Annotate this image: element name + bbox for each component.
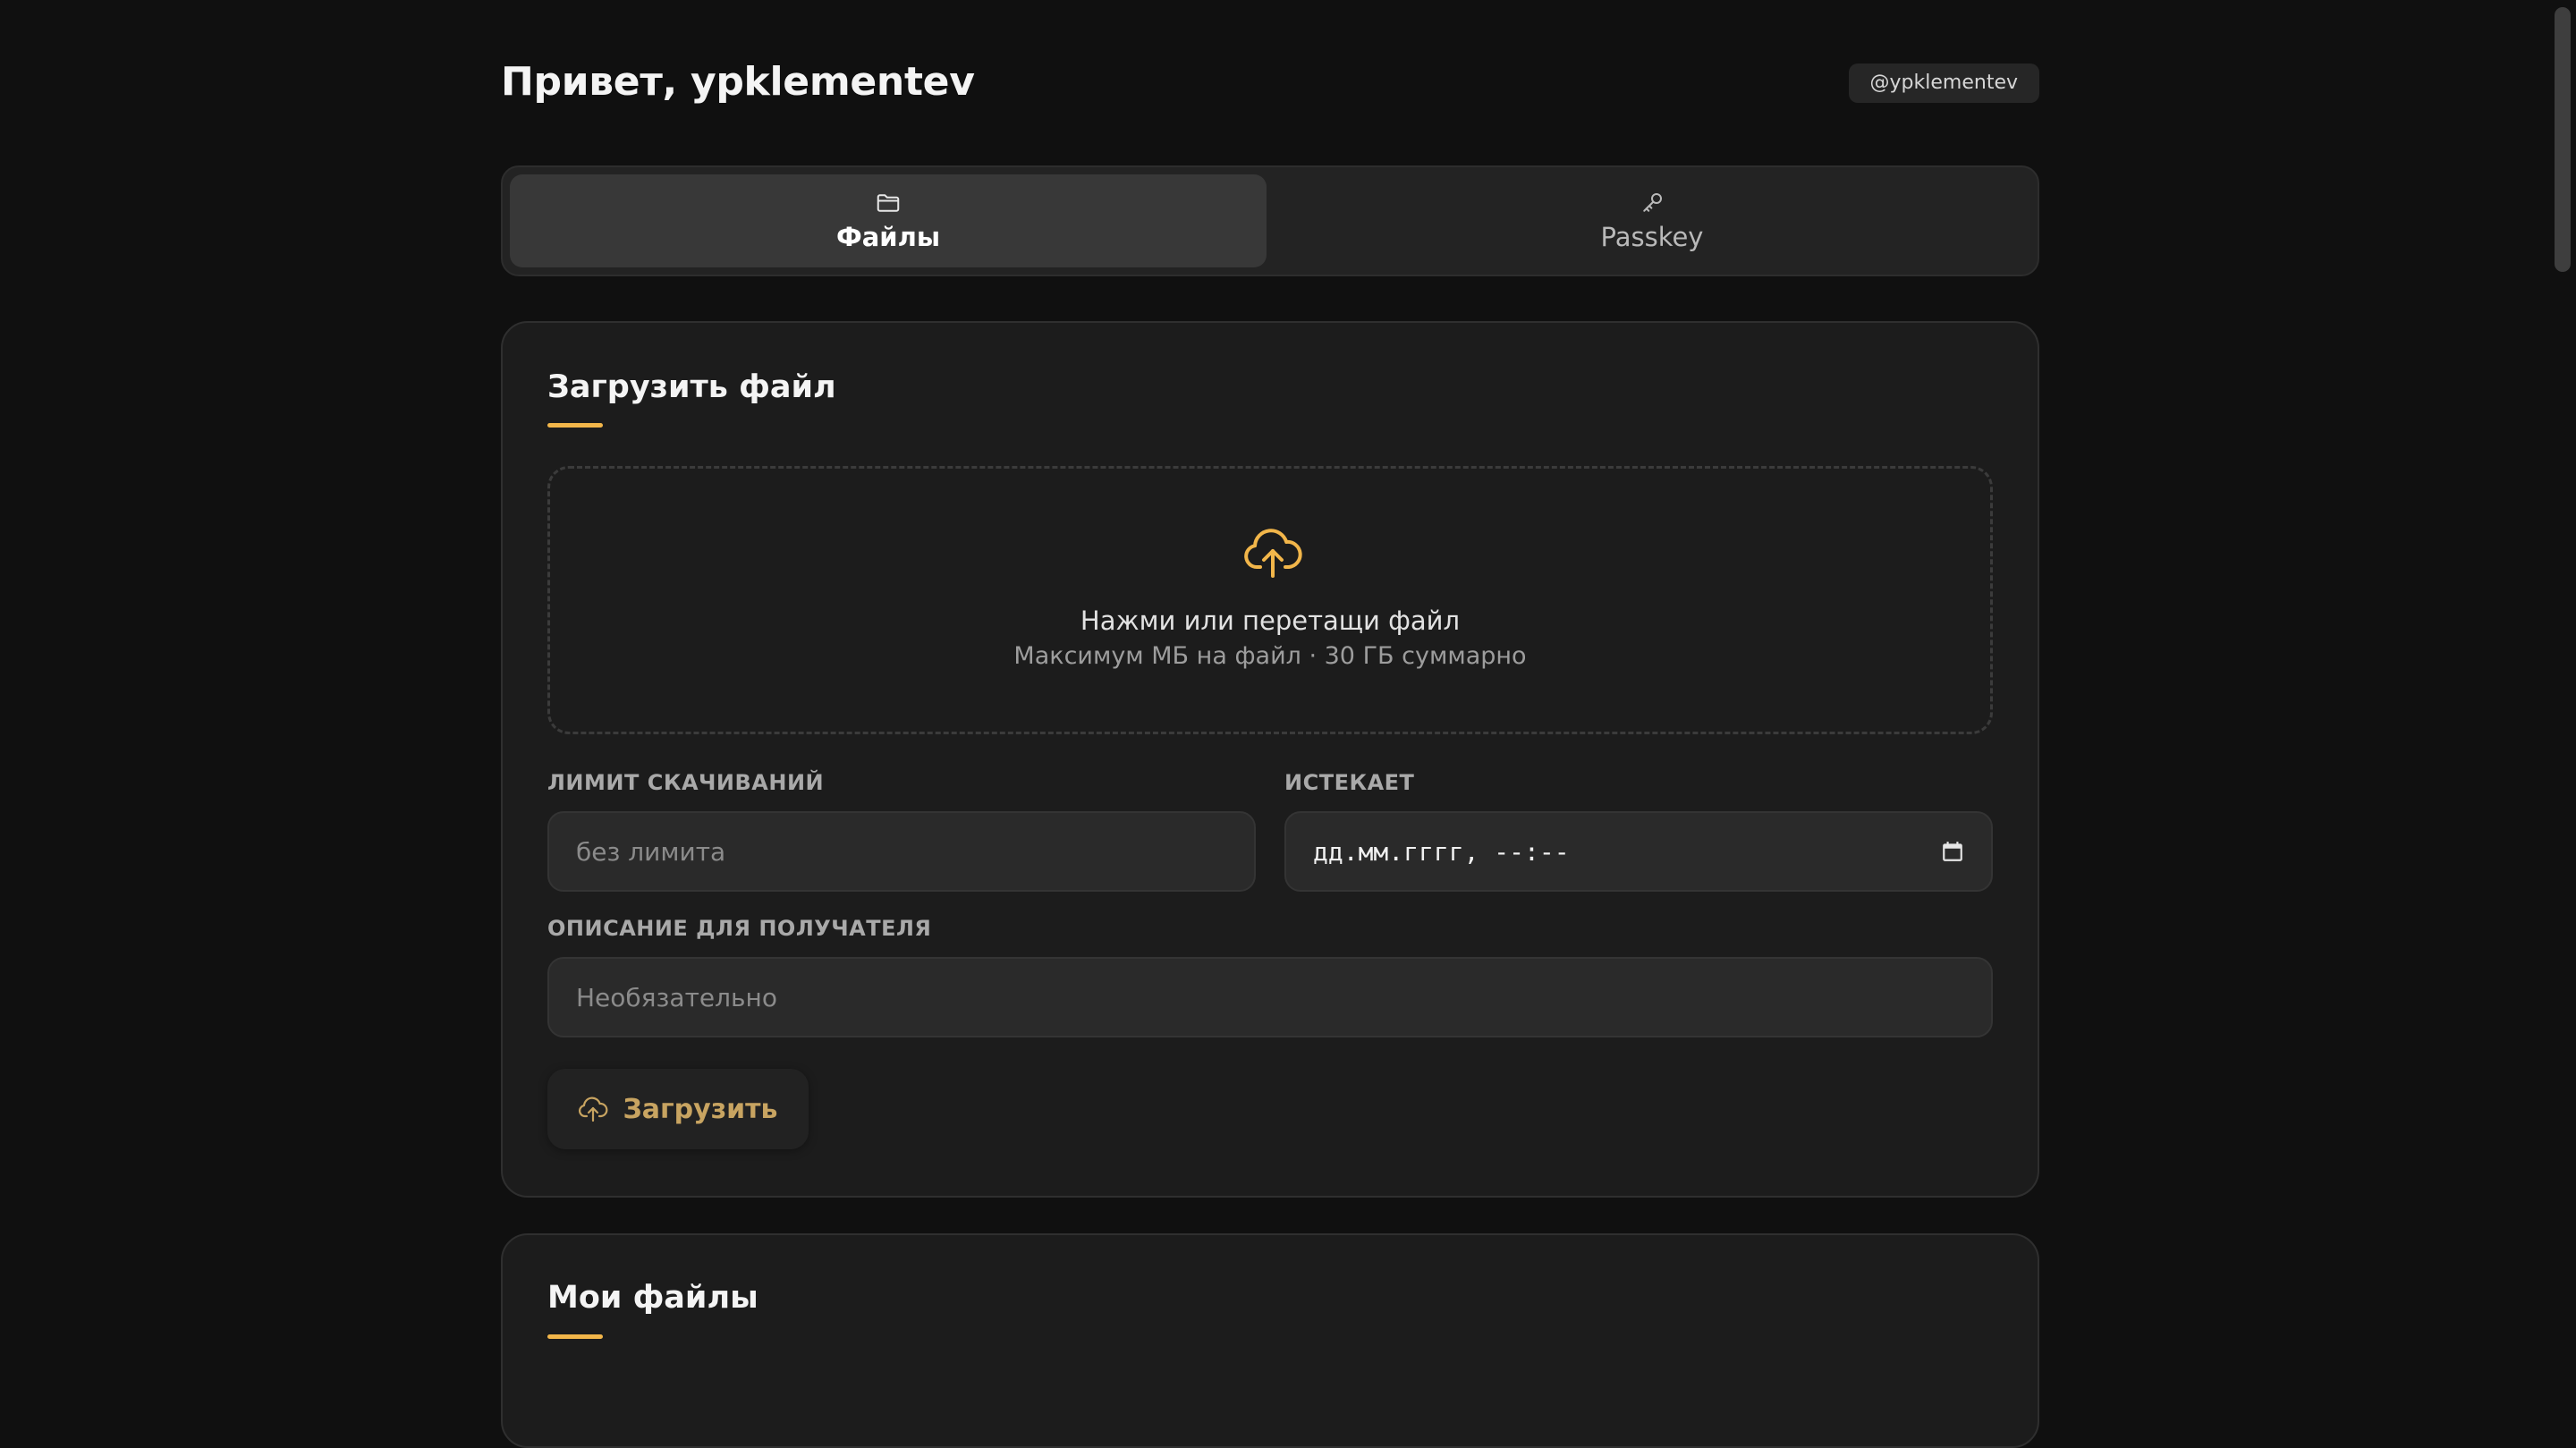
title-underline — [547, 423, 603, 428]
upload-card: Загрузить файл Нажми или перетащи файл М… — [501, 321, 2039, 1198]
page-scrollbar[interactable] — [2549, 0, 2576, 1392]
cloud-upload-icon — [1244, 529, 1302, 578]
tab-bar: Файлы Passkey — [501, 165, 2039, 276]
page-title: Привет, ypklementev — [501, 59, 975, 105]
tab-files[interactable]: Файлы — [510, 174, 1267, 267]
cloud-upload-icon — [579, 1097, 608, 1122]
dropzone-main-text: Нажми или перетащи файл — [1080, 605, 1461, 636]
key-icon — [1643, 193, 1662, 212]
file-dropzone[interactable]: Нажми или перетащи файл Максимум МБ на ф… — [547, 466, 1993, 734]
description-input[interactable] — [547, 957, 1993, 1037]
download-limit-input[interactable] — [547, 811, 1256, 892]
title-underline — [547, 1334, 603, 1339]
upload-card-title: Загрузить файл — [547, 369, 836, 405]
my-files-title: Мои файлы — [547, 1280, 758, 1316]
scrollbar-thumb[interactable] — [2555, 7, 2571, 272]
header: Привет, ypklementev @ypklementev — [501, 0, 2039, 165]
my-files-card: Мои файлы — [501, 1233, 2039, 1448]
folder-icon — [877, 194, 900, 212]
tab-passkey[interactable]: Passkey — [1274, 174, 2030, 267]
dropzone-limits-text: Максимум МБ на файл · 30 ГБ суммарно — [1013, 642, 1527, 670]
calendar-icon[interactable] — [1941, 840, 1964, 863]
tab-passkey-label: Passkey — [1600, 222, 1704, 252]
expires-value: дд.мм.гггг, --:-- — [1313, 836, 1570, 867]
page: Привет, ypklementev @ypklementev Файлы P… — [501, 0, 2039, 1448]
tab-files-label: Файлы — [835, 222, 941, 252]
upload-button[interactable]: Загрузить — [547, 1069, 809, 1149]
description-label: ОПИСАНИЕ ДЛЯ ПОЛУЧАТЕЛЯ — [547, 916, 932, 941]
user-badge[interactable]: @ypklementev — [1848, 64, 2039, 103]
download-limit-label: ЛИМИТ СКАЧИВАНИЙ — [547, 770, 825, 795]
upload-button-label: Загрузить — [623, 1093, 778, 1125]
expires-label: ИСТЕКАЕТ — [1284, 770, 1415, 795]
expires-datetime-input[interactable]: дд.мм.гггг, --:-- — [1284, 811, 1993, 892]
